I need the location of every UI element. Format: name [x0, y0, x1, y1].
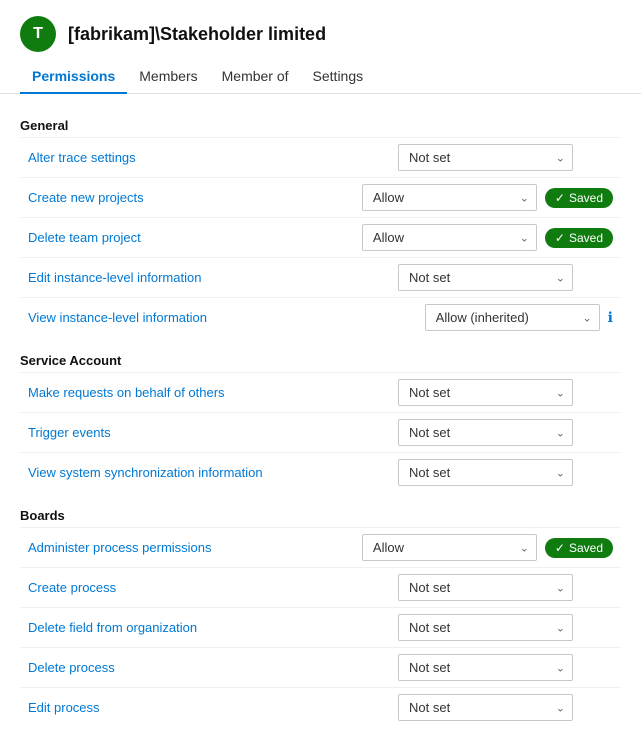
permission-row: Delete field from organizationNot setAll… — [20, 607, 621, 647]
saved-label: Saved — [569, 191, 603, 205]
permission-select[interactable]: Not setAllowAllow (inherited)DenyNot all… — [398, 264, 573, 291]
avatar: T — [20, 16, 56, 52]
saved-label: Saved — [569, 231, 603, 245]
section-title: General — [20, 110, 621, 137]
section-general: GeneralAlter trace settingsNot setAllowA… — [20, 110, 621, 337]
permission-select-wrapper: Not setAllowAllow (inherited)DenyNot all… — [425, 304, 600, 331]
permission-row: Make requests on behalf of othersNot set… — [20, 372, 621, 412]
check-icon: ✓ — [555, 191, 565, 205]
permission-label[interactable]: Administer process permissions — [28, 540, 362, 555]
permission-row: Alter trace settingsNot setAllowAllow (i… — [20, 137, 621, 177]
permission-select[interactable]: Not setAllowAllow (inherited)DenyNot all… — [398, 144, 573, 171]
info-icon[interactable]: ℹ — [608, 309, 613, 326]
permission-label[interactable]: View instance-level information — [28, 310, 425, 325]
nav-tab-settings[interactable]: Settings — [301, 60, 376, 94]
saved-badge: ✓ Saved — [545, 538, 613, 558]
permission-label[interactable]: Delete process — [28, 660, 398, 675]
nav-tabs: PermissionsMembersMember ofSettings — [0, 60, 641, 94]
permission-select[interactable]: Not setAllowAllow (inherited)DenyNot all… — [398, 574, 573, 601]
content-area: GeneralAlter trace settingsNot setAllowA… — [0, 94, 641, 751]
permission-select-wrapper: Not setAllowAllow (inherited)DenyNot all… — [362, 224, 537, 251]
permission-label[interactable]: View system synchronization information — [28, 465, 398, 480]
saved-label: Saved — [569, 541, 603, 555]
permission-label[interactable]: Make requests on behalf of others — [28, 385, 398, 400]
permission-select[interactable]: Not setAllowAllow (inherited)DenyNot all… — [398, 379, 573, 406]
check-icon: ✓ — [555, 231, 565, 245]
permission-label[interactable]: Alter trace settings — [28, 150, 398, 165]
permission-select-wrapper: Not setAllowAllow (inherited)DenyNot all… — [398, 574, 573, 601]
permission-row: Administer process permissionsNot setAll… — [20, 527, 621, 567]
permission-select[interactable]: Not setAllowAllow (inherited)DenyNot all… — [398, 614, 573, 641]
permission-row: Trigger eventsNot setAllowAllow (inherit… — [20, 412, 621, 452]
permission-select[interactable]: Not setAllowAllow (inherited)DenyNot all… — [398, 419, 573, 446]
permission-row: Delete processNot setAllowAllow (inherit… — [20, 647, 621, 687]
permission-row: View instance-level informationNot setAl… — [20, 297, 621, 337]
nav-tab-member-of[interactable]: Member of — [210, 60, 301, 94]
section-boards: BoardsAdminister process permissionsNot … — [20, 500, 621, 727]
permission-select-wrapper: Not setAllowAllow (inherited)DenyNot all… — [398, 694, 573, 721]
permission-select-wrapper: Not setAllowAllow (inherited)DenyNot all… — [362, 534, 537, 561]
permission-label[interactable]: Delete field from organization — [28, 620, 398, 635]
page-header: T [fabrikam]\Stakeholder limited — [0, 0, 641, 60]
permission-select-wrapper: Not setAllowAllow (inherited)DenyNot all… — [398, 459, 573, 486]
permission-label[interactable]: Create process — [28, 580, 398, 595]
permission-select[interactable]: Not setAllowAllow (inherited)DenyNot all… — [425, 304, 600, 331]
permission-label[interactable]: Edit instance-level information — [28, 270, 398, 285]
section-title: Service Account — [20, 345, 621, 372]
permission-select[interactable]: Not setAllowAllow (inherited)DenyNot all… — [362, 534, 537, 561]
permission-select[interactable]: Not setAllowAllow (inherited)DenyNot all… — [362, 184, 537, 211]
permission-row: Create processNot setAllowAllow (inherit… — [20, 567, 621, 607]
saved-badge: ✓ Saved — [545, 188, 613, 208]
permission-row: Edit processNot setAllowAllow (inherited… — [20, 687, 621, 727]
permission-select-wrapper: Not setAllowAllow (inherited)DenyNot all… — [398, 379, 573, 406]
permission-row: Edit instance-level informationNot setAl… — [20, 257, 621, 297]
permission-row: View system synchronization informationN… — [20, 452, 621, 492]
permission-select-wrapper: Not setAllowAllow (inherited)DenyNot all… — [362, 184, 537, 211]
permission-label[interactable]: Edit process — [28, 700, 398, 715]
section-title: Boards — [20, 500, 621, 527]
permission-label[interactable]: Trigger events — [28, 425, 398, 440]
permission-select-wrapper: Not setAllowAllow (inherited)DenyNot all… — [398, 654, 573, 681]
permission-select[interactable]: Not setAllowAllow (inherited)DenyNot all… — [398, 654, 573, 681]
permission-select[interactable]: Not setAllowAllow (inherited)DenyNot all… — [362, 224, 537, 251]
check-icon: ✓ — [555, 541, 565, 555]
permission-select[interactable]: Not setAllowAllow (inherited)DenyNot all… — [398, 694, 573, 721]
saved-badge: ✓ Saved — [545, 228, 613, 248]
page-title: [fabrikam]\Stakeholder limited — [68, 24, 326, 45]
section-service-account: Service AccountMake requests on behalf o… — [20, 345, 621, 492]
nav-tab-members[interactable]: Members — [127, 60, 209, 94]
permission-select-wrapper: Not setAllowAllow (inherited)DenyNot all… — [398, 144, 573, 171]
permission-select-wrapper: Not setAllowAllow (inherited)DenyNot all… — [398, 614, 573, 641]
permission-select[interactable]: Not setAllowAllow (inherited)DenyNot all… — [398, 459, 573, 486]
permission-select-wrapper: Not setAllowAllow (inherited)DenyNot all… — [398, 419, 573, 446]
permission-row: Delete team projectNot setAllowAllow (in… — [20, 217, 621, 257]
permission-row: Create new projectsNot setAllowAllow (in… — [20, 177, 621, 217]
permission-label[interactable]: Delete team project — [28, 230, 362, 245]
nav-tab-permissions[interactable]: Permissions — [20, 60, 127, 94]
permission-select-wrapper: Not setAllowAllow (inherited)DenyNot all… — [398, 264, 573, 291]
permission-label[interactable]: Create new projects — [28, 190, 362, 205]
